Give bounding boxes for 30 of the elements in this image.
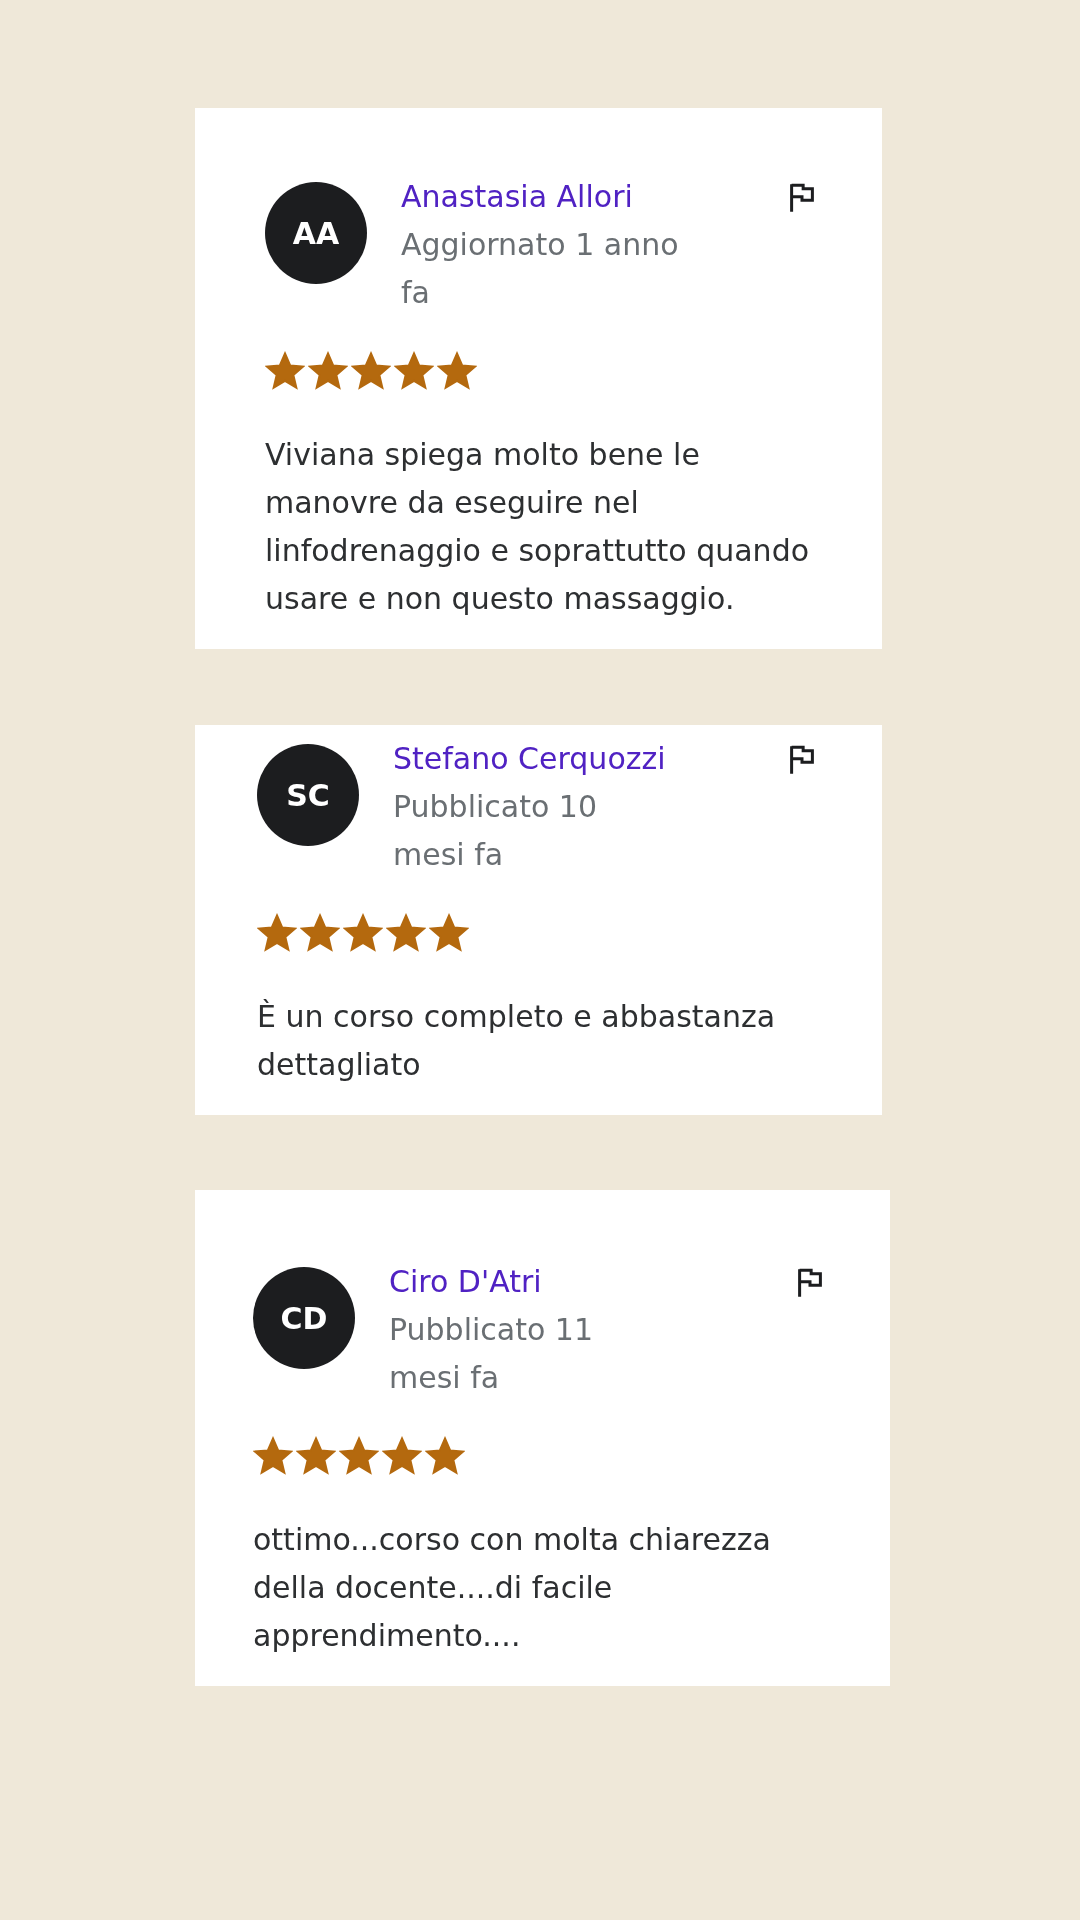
star-icon (308, 351, 348, 391)
review-date: Aggiornato 1 anno fa (401, 226, 680, 312)
star-icon (386, 913, 426, 953)
star-icon (437, 351, 477, 391)
star-icon (425, 1436, 465, 1476)
avatar: SC (257, 744, 359, 846)
avatar: AA (265, 182, 367, 284)
star-icon (343, 913, 383, 953)
star-icon (351, 351, 391, 391)
star-icon (265, 351, 305, 391)
reviewer-name[interactable]: Anastasia Allori (401, 173, 633, 221)
star-icon (382, 1436, 422, 1476)
review-date: Pubblicato 11 mesi fa (389, 1311, 595, 1397)
star-icon (257, 913, 297, 953)
star-icon (296, 1436, 336, 1476)
review-text: ottimo...corso con molta chiarezza della docente....di facile apprendimento.... (253, 1521, 772, 1655)
star-icon (253, 1436, 293, 1476)
review-text: Viviana spiega molto bene le manovre da eseguire nel linfodrenaggio e soprattutto quando usare e non questo massaggio. (265, 436, 811, 618)
flag-icon[interactable] (796, 1268, 824, 1298)
flag-icon[interactable] (788, 745, 816, 775)
reviewer-name[interactable]: Stefano Cerquozzi (393, 735, 666, 783)
review-text: È un corso completo e abbastanza dettagliato (257, 998, 777, 1084)
reviewer-name[interactable]: Ciro D'Atri (389, 1258, 542, 1306)
star-icon (300, 913, 340, 953)
flag-icon[interactable] (788, 183, 816, 213)
avatar: CD (253, 1267, 355, 1369)
star-icon (339, 1436, 379, 1476)
star-icon (394, 351, 434, 391)
review-date: Pubblicato 10 mesi fa (393, 788, 599, 874)
star-icon (429, 913, 469, 953)
